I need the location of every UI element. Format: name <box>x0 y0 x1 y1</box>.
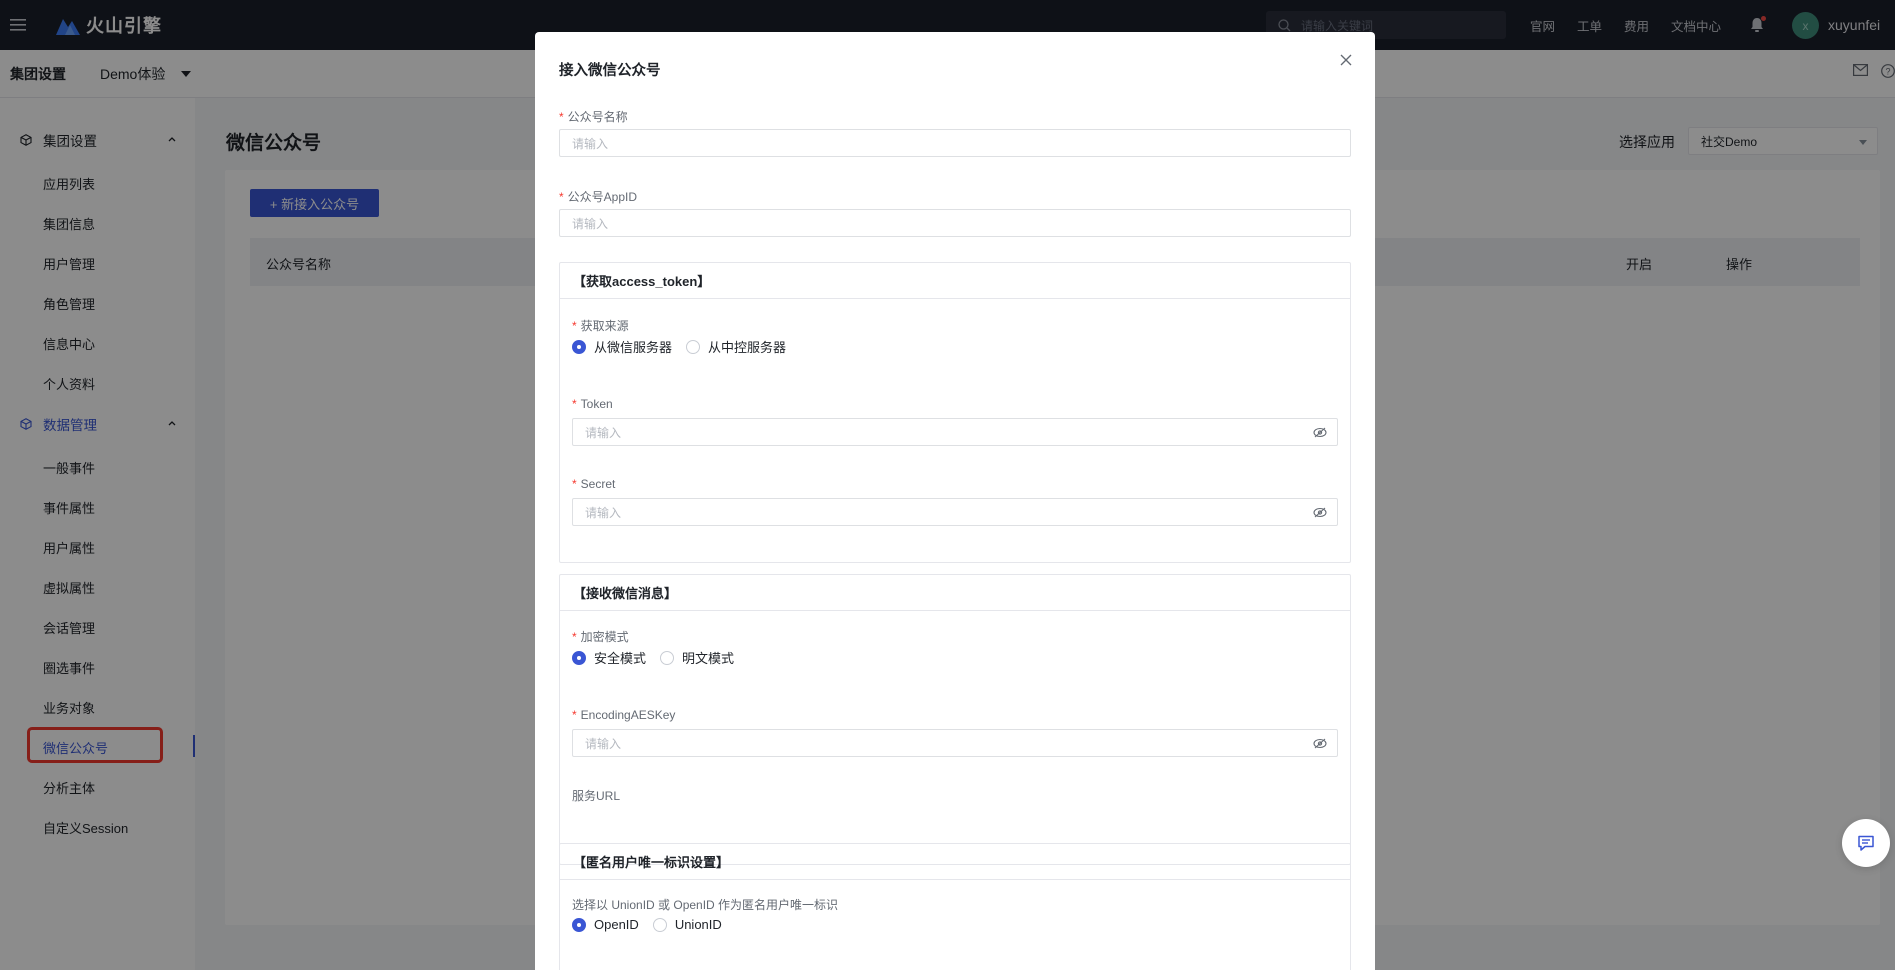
chat-button[interactable] <box>1842 819 1890 867</box>
radio-option-unionid[interactable]: UnionID <box>652 917 722 932</box>
eye-invisible-icon[interactable] <box>1313 738 1327 749</box>
aeskey-placeholder: 请输入 <box>585 736 622 751</box>
encryption-mode-label: * 加密模式 <box>572 630 629 644</box>
radio-checked-icon <box>572 650 586 665</box>
radio-unchecked-icon <box>652 917 667 932</box>
name-label: * 公众号名称 <box>559 110 628 124</box>
secret-input[interactable]: 请输入 <box>572 498 1338 526</box>
radio-unchecked-icon <box>686 339 701 354</box>
section-title: 【获取access_token】 <box>560 263 1350 299</box>
aeskey-input[interactable]: 请输入 <box>572 729 1338 757</box>
radio-option-plain-mode[interactable]: 明文模式 <box>660 648 734 667</box>
aeskey-label: * EncodingAESKey <box>572 708 676 722</box>
token-label: * Token <box>572 397 613 411</box>
appid-label: * 公众号AppID <box>559 190 638 204</box>
radio-checked-icon <box>572 917 586 932</box>
source-label: * 获取来源 <box>572 319 629 333</box>
section-title: 【匿名用户唯一标识设置】 <box>560 844 1350 880</box>
encryption-mode-radio-group: 安全模式 明文模式 <box>572 648 748 667</box>
close-icon[interactable] <box>1340 54 1352 66</box>
appid-input[interactable]: 请输入 <box>559 209 1351 237</box>
radio-option-openid[interactable]: OpenID <box>572 917 639 932</box>
section-title: 【接收微信消息】 <box>560 575 1350 611</box>
radio-unchecked-icon <box>660 650 675 665</box>
radio-option-wechat-server[interactable]: 从微信服务器 <box>572 337 672 356</box>
anonymous-id-radio-group: OpenID UnionID <box>572 917 736 932</box>
token-input[interactable]: 请输入 <box>572 418 1338 446</box>
anonymous-id-hint: 选择以 UnionID 或 OpenID 作为匿名用户唯一标识 <box>572 898 839 912</box>
radio-option-control-server[interactable]: 从中控服务器 <box>686 337 786 356</box>
connect-wechat-modal: 接入微信公众号 * 公众号名称 请输入 * 公众号AppID 请输入 【获取acce… <box>535 32 1375 970</box>
receive-message-section: 【接收微信消息】 <box>559 574 1351 865</box>
modal-title: 接入微信公众号 <box>559 63 661 79</box>
eye-invisible-icon[interactable] <box>1313 427 1327 438</box>
appid-placeholder: 请输入 <box>572 216 609 231</box>
token-placeholder: 请输入 <box>585 425 622 440</box>
chat-icon <box>1858 835 1874 851</box>
service-url-label: 服务URL <box>572 789 621 803</box>
name-placeholder: 请输入 <box>572 136 609 151</box>
eye-invisible-icon[interactable] <box>1313 507 1327 518</box>
secret-label: * Secret <box>572 477 616 491</box>
radio-option-safe-mode[interactable]: 安全模式 <box>572 648 646 667</box>
radio-checked-icon <box>572 339 586 354</box>
secret-placeholder: 请输入 <box>585 505 622 520</box>
source-radio-group: 从微信服务器 从中控服务器 <box>572 337 800 356</box>
name-input[interactable]: 请输入 <box>559 129 1351 157</box>
